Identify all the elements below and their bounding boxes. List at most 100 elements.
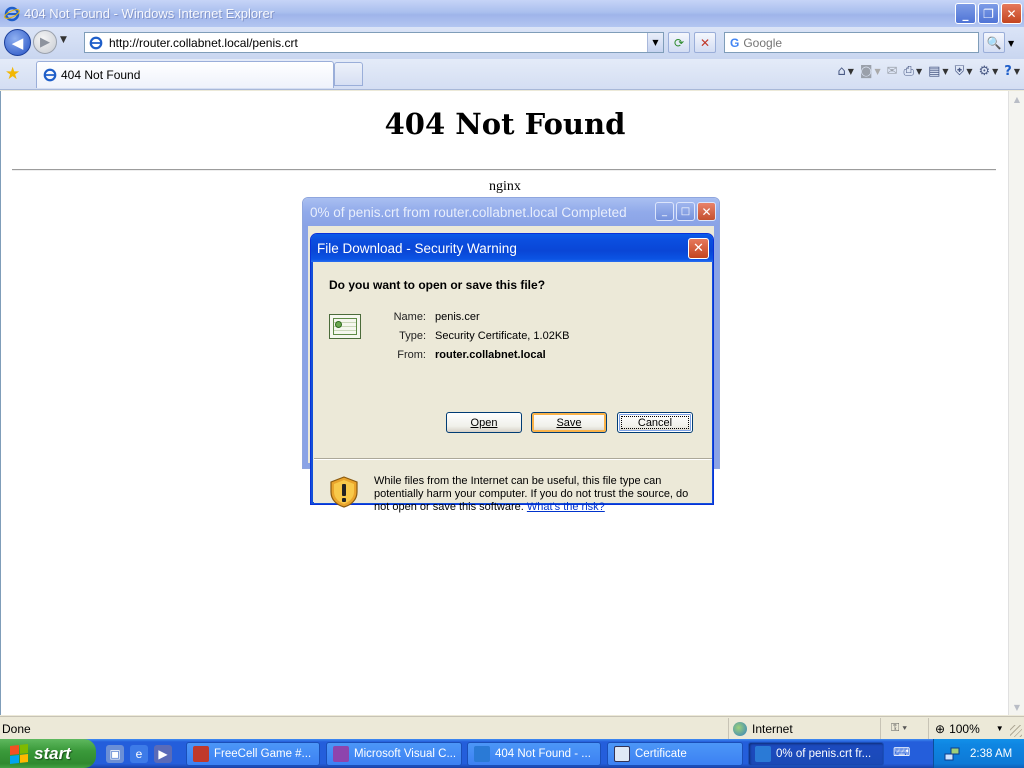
protected-mode-icon: ⚿ ▾: [891, 722, 908, 734]
task-ie-404[interactable]: 404 Not Found - ...: [467, 742, 601, 766]
home-button[interactable]: ⌂ ▼: [837, 64, 853, 79]
cancel-button[interactable]: Cancel: [617, 412, 693, 433]
tab-404-not-found[interactable]: 404 Not Found: [36, 61, 334, 88]
type-value: Security Certificate, 1.02KB: [435, 330, 570, 342]
refresh-button[interactable]: ⟳: [668, 32, 690, 53]
progress-window-controls: _ □ ✕: [655, 202, 716, 221]
security-warning-dialog: File Download - Security Warning ✕ Do yo…: [310, 233, 714, 513]
zoom-button[interactable]: ⊕ 100% ▼: [928, 718, 1006, 739]
feeds-button[interactable]: ◙ ▼: [860, 64, 881, 79]
open-button[interactable]: Open: [446, 412, 522, 433]
progress-minimize-button[interactable]: _: [655, 202, 674, 221]
resize-grip-icon[interactable]: [1010, 725, 1022, 737]
help-icon: ?: [1004, 64, 1012, 79]
dialog-question: Do you want to open or save this file?: [329, 278, 546, 292]
save-button[interactable]: Save: [531, 412, 607, 433]
rss-icon: ◙: [859, 64, 873, 79]
dialog-close-button[interactable]: ✕: [688, 238, 709, 259]
task-certificate[interactable]: Certificate: [607, 742, 743, 766]
stop-icon: ✕: [699, 35, 711, 50]
status-bar: Done Internet ⚿ ▾ ⊕ 100% ▼: [0, 716, 1024, 739]
search-options-dropdown[interactable]: ▼: [1008, 39, 1014, 48]
start-button[interactable]: start: [0, 739, 96, 768]
zoom-dropdown-icon[interactable]: ▼: [996, 724, 1004, 733]
zoom-icon: ⊕: [935, 721, 946, 736]
dialog-title[interactable]: File Download - Security Warning: [311, 234, 713, 262]
vertical-scrollbar[interactable]: ▲ ▼: [1008, 91, 1024, 715]
warning-shield-icon: [330, 476, 358, 508]
stop-button[interactable]: ✕: [694, 32, 716, 53]
shield-icon: ⛨: [954, 64, 965, 79]
mail-icon: ✉: [886, 64, 898, 79]
new-tab-button[interactable]: [334, 62, 363, 86]
search-box[interactable]: G: [724, 32, 979, 53]
maximize-button[interactable]: ❐: [978, 3, 999, 24]
show-desktop-icon[interactable]: ▣: [106, 745, 124, 763]
address-bar[interactable]: http://router.collabnet.local/penis.crt …: [84, 32, 664, 53]
recent-pages-dropdown[interactable]: ▼: [60, 35, 67, 45]
quick-launch-ie-icon[interactable]: e: [130, 745, 148, 763]
progress-close-button[interactable]: ✕: [697, 202, 716, 221]
name-value: penis.cer: [435, 311, 480, 323]
task-label: 0% of penis.crt fr...: [776, 748, 872, 760]
read-mail-button[interactable]: ✉: [887, 64, 898, 79]
scroll-up-icon[interactable]: ▲: [1009, 91, 1024, 107]
whats-the-risk-link[interactable]: What's the risk?: [527, 501, 605, 513]
open-button-label: Open: [470, 416, 498, 429]
save-button-label: Save: [556, 416, 582, 429]
from-label: From:: [397, 349, 426, 361]
media-player-icon[interactable]: ▶: [154, 745, 172, 763]
safety-menu-button[interactable]: ⛨ ▼: [955, 64, 973, 79]
page-icon: ▤: [928, 64, 941, 79]
page-menu-button[interactable]: ▤ ▼: [928, 64, 948, 79]
back-button[interactable]: ◀: [4, 29, 31, 56]
from-value: router.collabnet.local: [435, 349, 546, 361]
clock[interactable]: 2:38 AM: [970, 748, 1012, 760]
tools-menu-button[interactable]: ⚙ ▼: [978, 64, 998, 79]
keyboard-icon[interactable]: ⌨: [893, 745, 913, 761]
type-label: Type:: [399, 330, 426, 342]
task-label: 404 Not Found - ...: [495, 748, 591, 760]
close-button[interactable]: ✕: [1001, 3, 1022, 24]
scroll-down-icon[interactable]: ▼: [1009, 699, 1024, 715]
ie-icon: [474, 746, 490, 762]
google-logo-icon: G: [730, 35, 740, 50]
tab-ie-icon: [43, 68, 57, 82]
security-zone[interactable]: Internet: [728, 718, 878, 739]
task-label: Microsoft Visual C...: [354, 748, 457, 760]
window-edge: [714, 226, 719, 468]
print-button[interactable]: ⎙ ▼: [904, 64, 923, 79]
favorites-star-icon[interactable]: ★: [5, 64, 20, 84]
task-freecell[interactable]: FreeCell Game #...: [186, 742, 320, 766]
refresh-icon: ⟳: [673, 35, 685, 50]
freecell-icon: [193, 746, 209, 762]
search-input[interactable]: [743, 35, 964, 50]
quick-launch: ▣ e ▶: [106, 745, 172, 763]
address-url[interactable]: http://router.collabnet.local/penis.crt: [109, 36, 298, 50]
search-icon: 🔍: [986, 35, 1002, 50]
gear-icon: ⚙: [978, 64, 991, 79]
windows-logo-icon: [10, 743, 28, 764]
tab-row: ★ 404 Not Found ⌂ ▼ ◙ ▼ ✉ ⎙ ▼ ▤ ▼ ⛨ ▼ ⚙ ▼ ? ▼: [0, 59, 1024, 90]
help-menu-button[interactable]: ? ▼: [1004, 64, 1020, 79]
arrow-right-icon: ▶: [40, 34, 50, 50]
address-dropdown[interactable]: ▼: [647, 33, 663, 52]
task-download-progress[interactable]: 0% of penis.crt fr...: [748, 742, 884, 766]
internet-explorer-icon: [4, 6, 20, 21]
protected-mode-button[interactable]: ⚿ ▾: [880, 718, 928, 739]
network-icon[interactable]: [944, 746, 960, 762]
progress-maximize-button[interactable]: □: [676, 202, 695, 221]
search-button[interactable]: 🔍: [983, 32, 1005, 53]
dialog-separator: [314, 458, 712, 460]
page-divider: [12, 169, 996, 171]
warning-text: While files from the Internet can be use…: [374, 475, 704, 514]
minimize-button[interactable]: _: [955, 3, 976, 24]
window-controls: _ ❐ ✕: [955, 3, 1022, 24]
task-visual-c[interactable]: Microsoft Visual C...: [326, 742, 462, 766]
window-title: 404 Not Found - Windows Internet Explore…: [24, 6, 275, 21]
forward-button[interactable]: ▶: [33, 30, 57, 54]
window-titlebar[interactable]: 404 Not Found - Windows Internet Explore…: [0, 0, 1024, 27]
visual-studio-icon: [333, 746, 349, 762]
name-label: Name:: [393, 311, 426, 323]
close-icon: ✕: [693, 241, 704, 256]
